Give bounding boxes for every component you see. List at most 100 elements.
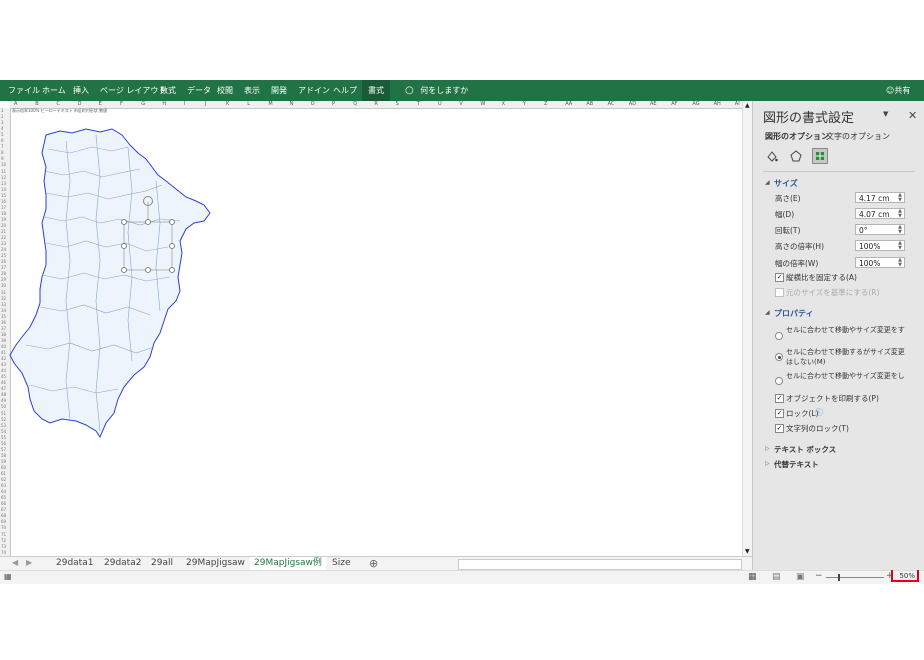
rotation-field[interactable]: 0° ▲ ▼ (855, 224, 905, 235)
shape-options-tab[interactable]: 図形のオプション (765, 131, 829, 142)
print-object-checkbox[interactable]: ✓ (775, 394, 784, 403)
column-header[interactable]: Y (523, 101, 526, 107)
properties-section-heading[interactable]: プロパティ (774, 308, 814, 319)
column-header[interactable]: AD (629, 101, 636, 107)
column-header[interactable]: AE (650, 101, 657, 107)
text-options-tab[interactable]: 文字のオプション (826, 131, 890, 142)
row-header[interactable]: 69 (1, 519, 6, 524)
tab-format[interactable]: 書式 (362, 80, 390, 101)
tab-help[interactable]: ヘルプ (333, 80, 357, 101)
tab-view[interactable]: 表示 (244, 80, 260, 101)
row-header[interactable]: 72 (1, 538, 6, 543)
row-header[interactable]: 59 (1, 459, 6, 464)
scale-height-spinner-icon[interactable]: ▲ ▼ (898, 241, 902, 251)
column-header[interactable]: Q (353, 101, 357, 107)
row-header[interactable]: 73 (1, 544, 6, 549)
row-header[interactable]: 70 (1, 525, 6, 530)
properties-collapse-icon[interactable]: ◢ (765, 309, 770, 316)
row-header[interactable]: 62 (1, 477, 6, 482)
column-header[interactable]: AI (735, 101, 740, 107)
row-header[interactable]: 58 (1, 453, 6, 458)
column-header[interactable]: V (459, 101, 462, 107)
effects-icon[interactable] (789, 149, 803, 163)
tell-me-box[interactable]: ○ 何をしますか (405, 80, 468, 101)
row-header[interactable]: 61 (1, 471, 6, 476)
size-properties-icon[interactable] (812, 148, 828, 164)
column-header[interactable]: Z (544, 101, 547, 107)
normal-view-icon[interactable]: ▦ (748, 572, 757, 582)
tab-file[interactable]: ファイル (8, 80, 40, 101)
macro-record-icon[interactable]: ▦ (4, 572, 12, 581)
add-sheet-icon[interactable]: ⊕ (369, 557, 378, 570)
row-header[interactable]: 64 (1, 489, 6, 494)
tab-page-layout[interactable]: ページ レイアウト (100, 80, 166, 101)
column-header[interactable]: N (290, 101, 294, 107)
textbox-expand-icon[interactable]: ▷ (765, 445, 770, 452)
column-header[interactable]: AH (714, 101, 721, 107)
tab-review[interactable]: 校閲 (217, 80, 233, 101)
tab-scroll-right-icon[interactable]: ▶ (26, 558, 32, 567)
tab-home[interactable]: ホーム (42, 80, 66, 101)
tab-developer[interactable]: 開発 (271, 80, 287, 101)
height-spinner-icon[interactable]: ▲ ▼ (898, 193, 902, 203)
tab-formulas[interactable]: 数式 (160, 80, 176, 101)
close-icon[interactable]: ✕ (908, 109, 917, 122)
move-no-size-radio[interactable] (775, 353, 783, 361)
column-header[interactable]: AF (671, 101, 677, 107)
column-header[interactable]: P (332, 101, 335, 107)
fill-line-icon[interactable] (765, 149, 779, 163)
size-section-heading[interactable]: サイズ (774, 178, 798, 189)
textbox-section-heading[interactable]: テキスト ボックス (774, 444, 836, 455)
width-field[interactable]: 4.07 cm ▲ ▼ (855, 208, 905, 219)
column-header[interactable]: O (311, 101, 315, 107)
tab-data[interactable]: データ (187, 80, 211, 101)
pane-options-chevron-down-icon[interactable]: ▼ (883, 110, 888, 118)
row-header[interactable]: 71 (1, 532, 6, 537)
tab-scroll-left-icon[interactable]: ◀ (12, 558, 18, 567)
column-header[interactable]: L (247, 101, 250, 107)
info-icon[interactable]: ⓘ (815, 407, 823, 418)
page-break-view-icon[interactable]: ▣ (796, 572, 805, 582)
no-move-no-size-radio[interactable] (775, 377, 783, 385)
tab-addins[interactable]: アドイン (298, 80, 330, 101)
sheet-tab-29data1[interactable]: 29data1 (56, 557, 93, 570)
column-header[interactable]: T (417, 101, 420, 107)
column-header[interactable]: AA (565, 101, 572, 107)
size-collapse-icon[interactable]: ◢ (765, 179, 770, 186)
sheet-tab-29mapjigsaw[interactable]: 29MapJigsaw (186, 557, 245, 570)
scale-width-field[interactable]: 100% ▲ ▼ (855, 257, 905, 268)
sheet-tab-29data2[interactable]: 29data2 (104, 557, 141, 570)
column-header[interactable]: X (502, 101, 505, 107)
zoom-out-icon[interactable]: − (815, 571, 823, 581)
alt-text-section-heading[interactable]: 代替テキスト (774, 459, 819, 470)
sheet-tab-29all[interactable]: 29all (151, 557, 173, 570)
tab-insert[interactable]: 挿入 (73, 80, 89, 101)
zoom-slider-thumb[interactable] (838, 574, 840, 581)
row-header[interactable]: 60 (1, 465, 6, 470)
scroll-down-icon[interactable]: ▼ (745, 548, 750, 555)
column-header[interactable]: U (438, 101, 442, 107)
scale-width-spinner-icon[interactable]: ▲ ▼ (898, 258, 902, 268)
column-header[interactable]: M (268, 101, 272, 107)
map-shape[interactable] (0, 101, 240, 451)
horizontal-scrollbar[interactable] (458, 559, 742, 570)
row-header[interactable]: 63 (1, 483, 6, 488)
lock-text-checkbox[interactable]: ✓ (775, 424, 784, 433)
sheet-tab-size[interactable]: Size (332, 557, 350, 570)
column-header[interactable]: R (374, 101, 377, 107)
share-button[interactable]: ☺共有 (886, 80, 910, 101)
column-header[interactable]: S (396, 101, 399, 107)
row-header[interactable]: 66 (1, 501, 6, 506)
column-header[interactable]: AC (608, 101, 615, 107)
column-header[interactable]: W (480, 101, 485, 107)
move-size-radio[interactable] (775, 332, 783, 340)
lock-aspect-checkbox[interactable]: ✓ (775, 273, 784, 282)
row-header[interactable]: 65 (1, 495, 6, 500)
column-header[interactable]: AG (692, 101, 699, 107)
relative-original-checkbox[interactable] (775, 288, 784, 297)
row-header[interactable]: 67 (1, 507, 6, 512)
width-spinner-icon[interactable]: ▲ ▼ (898, 209, 902, 219)
scroll-up-icon[interactable]: ▲ (745, 102, 750, 109)
scale-height-field[interactable]: 100% ▲ ▼ (855, 240, 905, 251)
lock-checkbox[interactable]: ✓ (775, 409, 784, 418)
